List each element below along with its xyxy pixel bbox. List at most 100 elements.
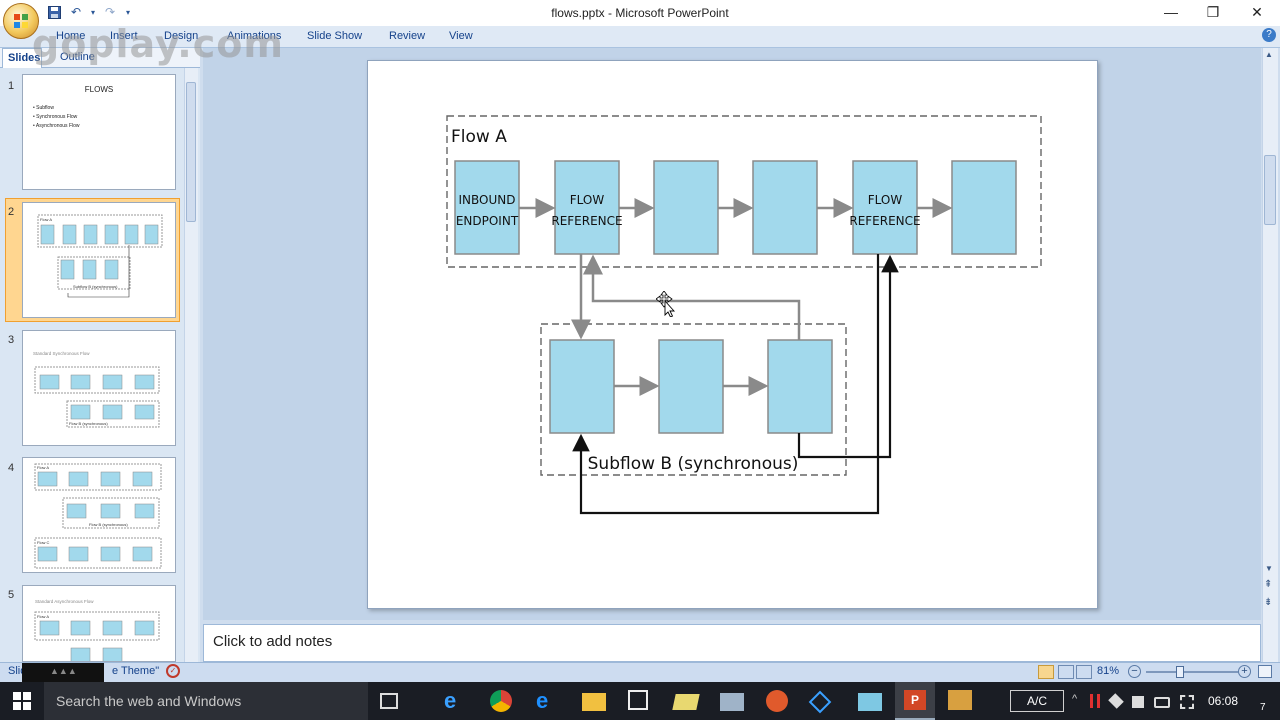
- flow-step-box-4: [752, 160, 818, 255]
- thumbnail-caption: Flow B (synchronous): [69, 421, 108, 426]
- box-label: FLOW: [570, 193, 605, 207]
- thumbnail-caption: Flow B (synchronous): [89, 522, 128, 527]
- slide-scroll-thumb[interactable]: [1264, 155, 1276, 225]
- bullet-item: Synchronous Flow: [36, 114, 78, 120]
- thumbnail-title: Standard Asynchronous Flow: [35, 599, 94, 604]
- zoom-slider-track[interactable]: [1146, 671, 1238, 673]
- notification-count[interactable]: 7: [1260, 702, 1266, 713]
- previous-slide-icon[interactable]: ⇞: [1264, 580, 1272, 590]
- file-explorer-icon[interactable]: [582, 693, 606, 711]
- slide-canvas[interactable]: Flow A INBOUND ENDPOINT FLOW REFERENCE F…: [367, 60, 1098, 609]
- normal-view-icon[interactable]: [1038, 665, 1054, 679]
- thumbnail-title: FLOWS: [84, 85, 114, 94]
- slide-thumbnail-2[interactable]: Flow A Subflow B (synchronous): [22, 202, 176, 318]
- thumbnail-title: Flow A: [37, 465, 49, 470]
- taskbar-clock[interactable]: 06:08: [1208, 682, 1238, 720]
- stop-icon[interactable]: [1132, 696, 1144, 708]
- thumbnail-number: 3: [8, 334, 15, 346]
- tab-slide-show[interactable]: Slide Show: [307, 26, 362, 48]
- eject-icon: ▲▲▲: [50, 666, 77, 676]
- thumbnail-diagram: Standard Asynchronous Flow Flow A: [34, 599, 160, 661]
- spelling-check-icon[interactable]: ✓: [166, 664, 180, 678]
- fit-slide-icon[interactable]: [1258, 665, 1272, 678]
- thumbnail-diagram: Flow A Flow B (synchronous) Flow C: [34, 463, 162, 569]
- flow-step-box-6: [951, 160, 1017, 255]
- show-hidden-icons-icon[interactable]: ^: [1072, 693, 1077, 705]
- call-arrow-black: [572, 254, 880, 515]
- edge-browser-icon[interactable]: e: [444, 690, 468, 712]
- app-rocket-icon[interactable]: [766, 690, 788, 712]
- slide-thumbnail-1[interactable]: FLOWS • Subflow • Synchronous Flow • Asy…: [22, 74, 176, 190]
- camera-icon[interactable]: [1154, 697, 1170, 708]
- zoom-in-icon[interactable]: +: [1238, 665, 1251, 678]
- zoom-level[interactable]: 81%: [1097, 665, 1119, 677]
- store-icon[interactable]: [628, 690, 648, 710]
- box-label: FLOW: [868, 193, 903, 207]
- subflow-step-box-3: [767, 339, 833, 434]
- scroll-down-icon[interactable]: ▼: [1265, 564, 1273, 573]
- move-cursor-icon: [656, 291, 676, 317]
- flow-reference-box-2: [852, 160, 918, 255]
- subflow-label: Subflow B (synchronous): [588, 454, 799, 474]
- redo-icon[interactable]: ↷: [101, 3, 119, 21]
- bullet-item: Subflow: [36, 105, 54, 111]
- thumbnail-title: Standard Synchronous Flow: [33, 351, 90, 356]
- save-icon[interactable]: [45, 3, 63, 21]
- undo-icon[interactable]: ↶: [67, 3, 85, 21]
- box-label: REFERENCE: [849, 214, 920, 228]
- next-slide-icon[interactable]: ⇟: [1264, 598, 1272, 608]
- box-label: REFERENCE: [551, 214, 622, 228]
- box-label: ENDPOINT: [456, 214, 519, 228]
- subflow-step-box-1: [549, 339, 615, 434]
- ac-indicator[interactable]: A/C: [1010, 690, 1064, 712]
- customize-qat-icon[interactable]: ▾: [123, 3, 133, 21]
- slide-thumbnail-4[interactable]: Flow A Flow B (synchronous) Flow C: [22, 457, 176, 573]
- chrome-icon[interactable]: [490, 690, 512, 712]
- tab-review[interactable]: Review: [389, 26, 425, 48]
- internet-explorer-icon[interactable]: e: [536, 690, 560, 712]
- subflow-step-box-2: [658, 339, 724, 434]
- thumbnail-diagram: Standard Synchronous Flow Flow B (synchr…: [33, 351, 160, 428]
- box-label: INBOUND: [459, 193, 516, 207]
- zoom-out-icon[interactable]: −: [1128, 665, 1141, 678]
- slide-sorter-view-icon[interactable]: [1058, 665, 1074, 679]
- flow-a-label: Flow A: [451, 127, 507, 147]
- quick-access-toolbar: ↶ ▾ ↷ ▾: [45, 3, 133, 21]
- notes-placeholder: Click to add notes: [213, 633, 333, 650]
- flow-step-box-3: [653, 160, 719, 255]
- watermark: goplay.com: [32, 22, 284, 66]
- thumbnail-number: 2: [8, 206, 15, 218]
- sticky-notes-icon[interactable]: [672, 694, 700, 710]
- taskbar-search-input[interactable]: Search the web and Windows: [44, 682, 368, 720]
- thumbnail-diagram: Flow A Subflow B (synchronous): [37, 214, 163, 298]
- thumbnail-number: 1: [8, 80, 15, 92]
- tab-view[interactable]: View: [449, 26, 473, 48]
- minimize-button[interactable]: —: [1148, 0, 1194, 24]
- app-window-icon[interactable]: [720, 693, 744, 711]
- slide-show-view-icon[interactable]: [1076, 665, 1092, 679]
- scroll-up-icon[interactable]: ▲: [1265, 50, 1273, 59]
- app-archive-icon[interactable]: [948, 690, 972, 710]
- region-capture-icon[interactable]: [1180, 695, 1194, 709]
- notes-pane[interactable]: [203, 624, 1261, 662]
- task-view-icon[interactable]: [380, 693, 398, 709]
- powerpoint-taskbar-button[interactable]: P: [895, 682, 935, 720]
- restore-button[interactable]: ❐: [1190, 0, 1236, 24]
- pause-icon[interactable]: [1090, 694, 1100, 708]
- slide-thumbnail-3[interactable]: Standard Synchronous Flow Flow B (synchr…: [22, 330, 176, 446]
- thumbnail-scroll-thumb[interactable]: [186, 82, 196, 222]
- zoom-slider-knob[interactable]: [1176, 666, 1184, 678]
- inbound-endpoint-box: [454, 160, 520, 255]
- return-arrow: [583, 254, 801, 340]
- flow-reference-box-1: [554, 160, 620, 255]
- close-button[interactable]: ✕: [1234, 0, 1280, 24]
- help-icon[interactable]: ?: [1262, 28, 1276, 42]
- windows-start-icon[interactable]: [13, 692, 31, 710]
- office-logo-icon: [14, 14, 28, 28]
- thumbnail-bullets: • Subflow • Synchronous Flow • Asynchron…: [33, 105, 80, 129]
- slide-thumbnail-5[interactable]: Standard Asynchronous Flow Flow A: [22, 585, 176, 662]
- undo-dropdown-icon[interactable]: ▾: [89, 3, 97, 21]
- thumbnail-number: 5: [8, 589, 15, 601]
- video-overlay: ▲▲▲: [22, 663, 104, 683]
- app-book-icon[interactable]: [858, 693, 882, 711]
